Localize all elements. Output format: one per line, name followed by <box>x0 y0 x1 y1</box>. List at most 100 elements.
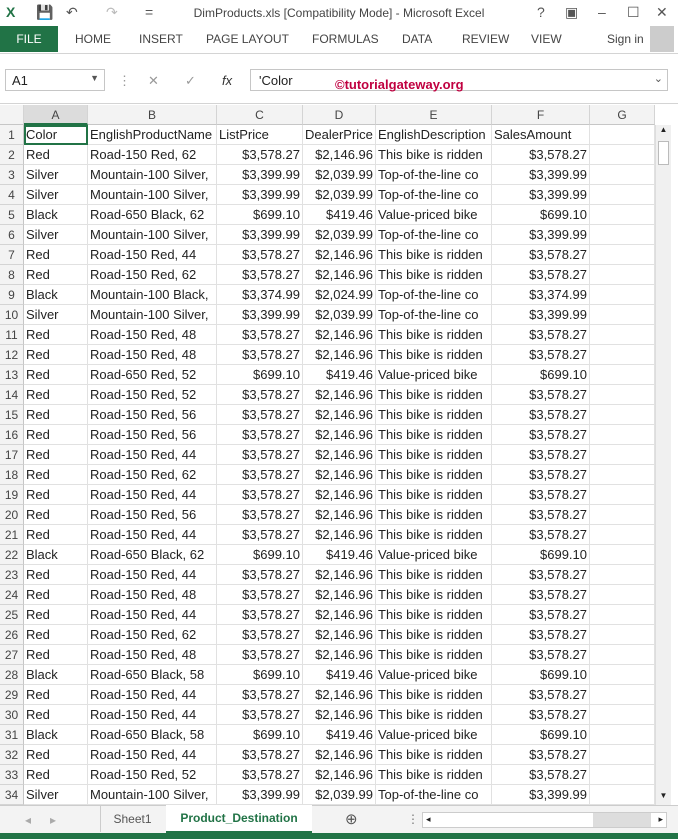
cell[interactable] <box>590 785 655 805</box>
row-header[interactable]: 18 <box>0 465 24 485</box>
cell[interactable]: This bike is ridden <box>376 625 492 645</box>
cell[interactable]: Black <box>24 205 88 225</box>
cell[interactable]: This bike is ridden <box>376 445 492 465</box>
cell[interactable] <box>590 765 655 785</box>
cell[interactable]: This bike is ridden <box>376 685 492 705</box>
cell[interactable]: Red <box>24 145 88 165</box>
sheet-tab-product-destination[interactable]: Product_Destination <box>166 805 312 833</box>
cell[interactable]: Top-of-the-line co <box>376 285 492 305</box>
prev-sheet-icon[interactable]: ◂ <box>25 813 31 827</box>
cell[interactable]: $3,578.27 <box>217 485 303 505</box>
cell[interactable]: Red <box>24 345 88 365</box>
cell[interactable]: Mountain-100 Silver, <box>88 225 217 245</box>
cell[interactable]: $3,399.99 <box>492 185 590 205</box>
cell[interactable]: $419.46 <box>303 545 376 565</box>
close-button[interactable]: ✕ <box>656 4 668 21</box>
row-header[interactable]: 23 <box>0 565 24 585</box>
row-header[interactable]: 31 <box>0 725 24 745</box>
cell[interactable]: Road-150 Red, 44 <box>88 685 217 705</box>
cell[interactable]: Top-of-the-line co <box>376 305 492 325</box>
cell[interactable]: Road-650 Black, 62 <box>88 205 217 225</box>
cell[interactable]: Value-priced bike <box>376 545 492 565</box>
cell[interactable]: $3,578.27 <box>492 445 590 465</box>
cell[interactable]: This bike is ridden <box>376 345 492 365</box>
scroll-left-icon[interactable]: ◂ <box>426 814 431 825</box>
row-header[interactable]: 7 <box>0 245 24 265</box>
cell[interactable]: Road-150 Red, 48 <box>88 325 217 345</box>
cell[interactable] <box>590 565 655 585</box>
cell[interactable]: $3,578.27 <box>217 705 303 725</box>
cell[interactable] <box>590 145 655 165</box>
ribbon-options-button[interactable]: ▣ <box>565 4 578 21</box>
cell[interactable] <box>590 685 655 705</box>
cell[interactable]: $3,578.27 <box>492 485 590 505</box>
cell[interactable]: Silver <box>24 165 88 185</box>
cell[interactable]: Top-of-the-line co <box>376 225 492 245</box>
scroll-thumb[interactable] <box>658 141 669 165</box>
row-header[interactable]: 27 <box>0 645 24 665</box>
cell[interactable]: This bike is ridden <box>376 425 492 445</box>
cell[interactable]: $2,024.99 <box>303 285 376 305</box>
cell[interactable] <box>590 585 655 605</box>
cell[interactable]: Road-150 Red, 44 <box>88 245 217 265</box>
cell[interactable]: Red <box>24 625 88 645</box>
cell[interactable]: Value-priced bike <box>376 725 492 745</box>
cell[interactable]: $3,578.27 <box>492 145 590 165</box>
column-header-f[interactable]: F <box>492 105 590 125</box>
cell[interactable]: $3,578.27 <box>492 605 590 625</box>
cell[interactable]: This bike is ridden <box>376 705 492 725</box>
row-header[interactable]: 1 <box>0 125 24 145</box>
row-header[interactable]: 21 <box>0 525 24 545</box>
cell[interactable] <box>590 365 655 385</box>
cell[interactable]: $2,146.96 <box>303 425 376 445</box>
cell[interactable]: $3,578.27 <box>217 385 303 405</box>
cell[interactable]: This bike is ridden <box>376 465 492 485</box>
cell[interactable]: Red <box>24 685 88 705</box>
cell[interactable]: This bike is ridden <box>376 645 492 665</box>
cell[interactable]: $3,578.27 <box>217 685 303 705</box>
cell[interactable]: Red <box>24 765 88 785</box>
tab-review[interactable]: REVIEW <box>462 32 509 46</box>
vertical-scrollbar[interactable]: ▲ ▼ <box>655 125 671 805</box>
cell[interactable]: $3,578.27 <box>492 685 590 705</box>
cell[interactable]: Color <box>24 125 88 145</box>
cell[interactable]: $699.10 <box>217 725 303 745</box>
cell[interactable]: This bike is ridden <box>376 245 492 265</box>
row-header[interactable]: 32 <box>0 745 24 765</box>
cell[interactable]: Road-150 Red, 44 <box>88 705 217 725</box>
cell[interactable]: Road-650 Black, 58 <box>88 725 217 745</box>
cell[interactable]: $3,578.27 <box>492 405 590 425</box>
tab-formulas[interactable]: FORMULAS <box>312 32 379 46</box>
cell[interactable] <box>590 325 655 345</box>
row-header[interactable]: 24 <box>0 585 24 605</box>
cell[interactable]: Red <box>24 265 88 285</box>
cell[interactable]: $3,578.27 <box>217 265 303 285</box>
cell[interactable]: $3,399.99 <box>217 165 303 185</box>
row-header[interactable]: 8 <box>0 265 24 285</box>
cell[interactable]: $3,578.27 <box>217 525 303 545</box>
cell[interactable]: $2,146.96 <box>303 685 376 705</box>
column-header-a[interactable]: A <box>24 105 88 125</box>
sheet-tab-sheet1[interactable]: Sheet1 <box>100 806 164 832</box>
insert-function-button[interactable]: fx <box>222 73 232 88</box>
cell[interactable] <box>590 265 655 285</box>
cell[interactable] <box>590 485 655 505</box>
row-header[interactable]: 2 <box>0 145 24 165</box>
cell[interactable]: This bike is ridden <box>376 605 492 625</box>
row-header[interactable]: 25 <box>0 605 24 625</box>
cell[interactable]: $699.10 <box>217 545 303 565</box>
avatar[interactable] <box>650 26 674 52</box>
tab-home[interactable]: HOME <box>75 32 111 46</box>
cell[interactable]: $3,578.27 <box>492 425 590 445</box>
cell[interactable]: Road-150 Red, 44 <box>88 485 217 505</box>
cell[interactable]: $3,578.27 <box>217 585 303 605</box>
cell[interactable]: Road-150 Red, 44 <box>88 525 217 545</box>
cell[interactable]: $2,146.96 <box>303 505 376 525</box>
row-header[interactable]: 12 <box>0 345 24 365</box>
column-header-e[interactable]: E <box>376 105 492 125</box>
cell[interactable]: $699.10 <box>217 205 303 225</box>
cell[interactable]: $3,578.27 <box>217 405 303 425</box>
cell[interactable]: $3,578.27 <box>217 425 303 445</box>
cell[interactable]: $419.46 <box>303 665 376 685</box>
cell[interactable]: $419.46 <box>303 205 376 225</box>
